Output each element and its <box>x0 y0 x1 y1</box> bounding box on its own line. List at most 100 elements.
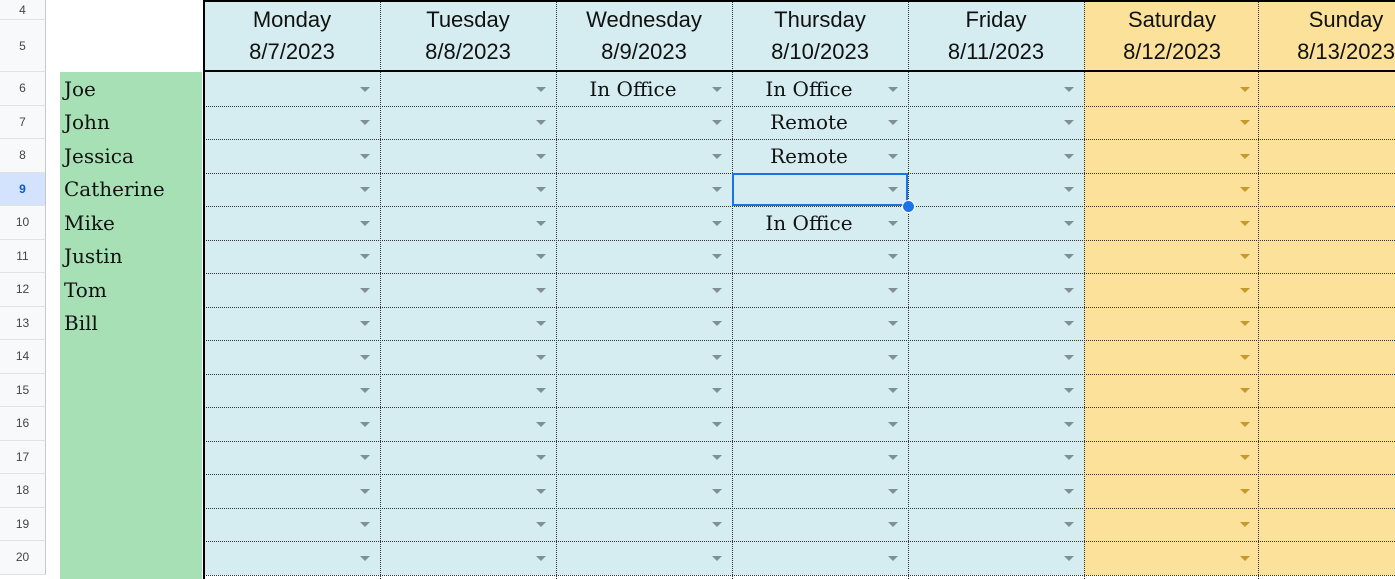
row-header-11[interactable]: 11 <box>0 239 46 273</box>
row-header-15[interactable]: 15 <box>0 373 46 407</box>
status-dropdown-cell[interactable] <box>556 507 732 541</box>
dropdown-caret-icon[interactable] <box>888 254 898 260</box>
status-dropdown-cell[interactable] <box>204 206 380 240</box>
status-dropdown-cell[interactable] <box>732 407 908 441</box>
status-dropdown-cell[interactable] <box>204 373 380 407</box>
row-header-14[interactable]: 14 <box>0 340 46 374</box>
dropdown-caret-icon[interactable] <box>1240 455 1250 461</box>
dropdown-caret-icon[interactable] <box>712 555 722 561</box>
status-dropdown-cell[interactable] <box>908 407 1084 441</box>
dropdown-caret-icon[interactable] <box>536 86 546 92</box>
dropdown-caret-icon[interactable] <box>536 254 546 260</box>
status-dropdown-cell[interactable] <box>380 541 556 575</box>
dropdown-caret-icon[interactable] <box>712 120 722 126</box>
status-dropdown-cell[interactable] <box>380 273 556 307</box>
dropdown-caret-icon[interactable] <box>360 421 370 427</box>
status-dropdown-cell[interactable] <box>556 139 732 173</box>
dropdown-caret-icon[interactable] <box>360 287 370 293</box>
status-dropdown-cell[interactable] <box>556 105 732 139</box>
dropdown-caret-icon[interactable] <box>536 287 546 293</box>
status-dropdown-cell[interactable] <box>1084 541 1260 575</box>
dropdown-caret-icon[interactable] <box>712 153 722 159</box>
dropdown-caret-icon[interactable] <box>1240 522 1250 528</box>
dropdown-caret-icon[interactable] <box>888 220 898 226</box>
status-dropdown-cell[interactable] <box>1084 373 1260 407</box>
dropdown-caret-icon[interactable] <box>536 522 546 528</box>
dropdown-caret-icon[interactable] <box>360 522 370 528</box>
dropdown-caret-icon[interactable] <box>1240 86 1250 92</box>
status-dropdown-cell[interactable] <box>908 373 1084 407</box>
dropdown-caret-icon[interactable] <box>360 220 370 226</box>
dropdown-caret-icon[interactable] <box>360 555 370 561</box>
row-header-5[interactable]: 5 <box>0 20 46 72</box>
status-dropdown-cell[interactable] <box>380 172 556 206</box>
dropdown-caret-icon[interactable] <box>1064 421 1074 427</box>
dropdown-caret-icon[interactable] <box>1240 254 1250 260</box>
dropdown-caret-icon[interactable] <box>712 287 722 293</box>
dropdown-caret-icon[interactable] <box>536 187 546 193</box>
dropdown-caret-icon[interactable] <box>888 488 898 494</box>
dropdown-caret-icon[interactable] <box>1240 354 1250 360</box>
status-dropdown-cell[interactable] <box>556 306 732 340</box>
dropdown-caret-icon[interactable] <box>1240 120 1250 126</box>
status-dropdown-cell[interactable] <box>380 407 556 441</box>
dropdown-caret-icon[interactable] <box>712 455 722 461</box>
person-name[interactable]: Mike <box>64 206 115 240</box>
status-dropdown-cell[interactable] <box>556 239 732 273</box>
status-dropdown-cell[interactable] <box>1084 306 1260 340</box>
dropdown-caret-icon[interactable] <box>536 153 546 159</box>
status-dropdown-cell[interactable] <box>204 72 380 106</box>
dropdown-caret-icon[interactable] <box>536 388 546 394</box>
dropdown-caret-icon[interactable] <box>888 522 898 528</box>
dropdown-caret-icon[interactable] <box>536 455 546 461</box>
status-dropdown-cell[interactable] <box>1084 139 1260 173</box>
status-dropdown-cell[interactable] <box>1258 206 1395 240</box>
status-dropdown-cell[interactable] <box>380 474 556 508</box>
status-dropdown-cell[interactable] <box>1084 239 1260 273</box>
status-dropdown-cell[interactable] <box>1258 440 1395 474</box>
status-dropdown-cell[interactable] <box>1258 541 1395 575</box>
status-dropdown-cell[interactable] <box>908 273 1084 307</box>
status-dropdown-cell[interactable] <box>732 239 908 273</box>
status-dropdown-cell[interactable] <box>1084 474 1260 508</box>
dropdown-caret-icon[interactable] <box>1064 354 1074 360</box>
status-dropdown-cell[interactable] <box>1258 239 1395 273</box>
dropdown-caret-icon[interactable] <box>1240 220 1250 226</box>
person-name[interactable]: Catherine <box>64 173 165 207</box>
dropdown-caret-icon[interactable] <box>360 254 370 260</box>
fill-handle-icon[interactable] <box>902 200 915 213</box>
dropdown-caret-icon[interactable] <box>712 86 722 92</box>
status-dropdown-cell[interactable] <box>204 440 380 474</box>
dropdown-caret-icon[interactable] <box>712 220 722 226</box>
status-dropdown-cell[interactable] <box>204 306 380 340</box>
dropdown-caret-icon[interactable] <box>1240 187 1250 193</box>
dropdown-caret-icon[interactable] <box>1064 321 1074 327</box>
dropdown-caret-icon[interactable] <box>1240 388 1250 394</box>
dropdown-caret-icon[interactable] <box>1064 555 1074 561</box>
row-header-13[interactable]: 13 <box>0 306 46 340</box>
dropdown-caret-icon[interactable] <box>536 555 546 561</box>
row-header-10[interactable]: 10 <box>0 206 46 240</box>
row-header-9[interactable]: 9 <box>0 172 46 206</box>
status-dropdown-cell[interactable] <box>204 239 380 273</box>
dropdown-caret-icon[interactable] <box>888 287 898 293</box>
status-dropdown-cell[interactable] <box>556 172 732 206</box>
status-dropdown-cell[interactable] <box>732 440 908 474</box>
status-dropdown-cell[interactable] <box>204 407 380 441</box>
dropdown-caret-icon[interactable] <box>712 321 722 327</box>
dropdown-caret-icon[interactable] <box>360 354 370 360</box>
status-dropdown-cell[interactable] <box>908 440 1084 474</box>
cell-selection-box[interactable] <box>732 172 908 206</box>
dropdown-caret-icon[interactable] <box>888 421 898 427</box>
dropdown-caret-icon[interactable] <box>1240 321 1250 327</box>
dropdown-caret-icon[interactable] <box>1064 287 1074 293</box>
status-dropdown-cell[interactable]: In Office <box>732 206 908 240</box>
status-dropdown-cell[interactable] <box>380 373 556 407</box>
dropdown-caret-icon[interactable] <box>1064 187 1074 193</box>
dropdown-caret-icon[interactable] <box>1064 455 1074 461</box>
status-dropdown-cell[interactable] <box>1084 340 1260 374</box>
dropdown-caret-icon[interactable] <box>536 421 546 427</box>
dropdown-caret-icon[interactable] <box>360 187 370 193</box>
dropdown-caret-icon[interactable] <box>536 354 546 360</box>
day-header-sunday[interactable]: Sunday 8/13/2023 <box>1258 0 1395 72</box>
